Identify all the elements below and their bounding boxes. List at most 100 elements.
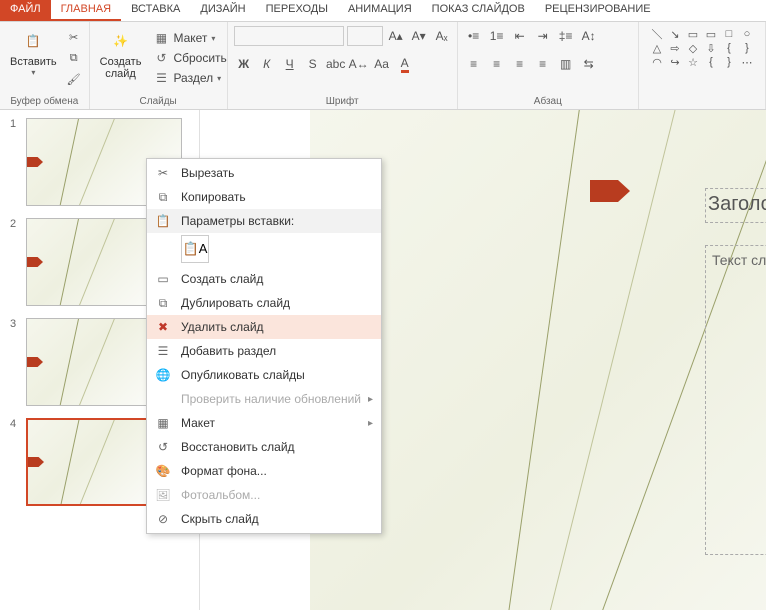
cm-layout[interactable]: ▦Макет▸ (147, 411, 381, 435)
cm-copy[interactable]: ⧉Копировать (147, 185, 381, 209)
thumb-num-4: 4 (10, 418, 20, 506)
cm-add-section[interactable]: ☰Добавить раздел (147, 339, 381, 363)
reset-icon: ↺ (153, 438, 173, 456)
line-spacing-button[interactable]: ‡≡ (556, 26, 576, 46)
shape-arrow3-icon[interactable]: ⇩ (703, 42, 719, 54)
tab-insert[interactable]: ВСТАВКА (121, 0, 190, 21)
shape-arrow-icon[interactable]: ↘ (667, 28, 683, 40)
case-button[interactable]: Aa (372, 54, 392, 74)
font-color-button[interactable]: A (395, 54, 415, 74)
shape-rect-icon[interactable]: ▭ (685, 28, 701, 40)
align-left-button[interactable]: ≡ (464, 54, 484, 74)
group-font-label: Шрифт (234, 94, 451, 109)
delete-icon: ✖ (153, 318, 173, 336)
bold-button[interactable]: Ж (234, 54, 254, 74)
cm-format-bg[interactable]: 🎨Формат фона... (147, 459, 381, 483)
cm-hide-slide[interactable]: ⊘Скрыть слайд (147, 507, 381, 531)
paste-label: Вставить (10, 56, 57, 68)
align-right-button[interactable]: ≡ (510, 54, 530, 74)
shape-brace-icon[interactable]: { (721, 42, 737, 54)
tab-transitions[interactable]: ПЕРЕХОДЫ (256, 0, 338, 21)
shape-triangle-icon[interactable]: △ (649, 42, 665, 54)
shape-circle-icon[interactable]: ○ (739, 28, 755, 40)
italic-button[interactable]: К (257, 54, 277, 74)
copy-button[interactable]: ⧉ (65, 49, 83, 67)
scissors-icon: ✂ (153, 164, 173, 182)
cut-button[interactable]: ✂ (65, 28, 83, 46)
cm-duplicate-slide[interactable]: ⧉Дублировать слайд (147, 291, 381, 315)
thumb-num-1: 1 (10, 118, 20, 206)
spacing-button[interactable]: A↔ (349, 54, 369, 74)
layout-button[interactable]: ▦Макет▾ (149, 28, 230, 48)
duplicate-icon: ⧉ (153, 294, 173, 312)
tab-file[interactable]: ФАЙЛ (0, 0, 51, 21)
cm-check-updates: Проверить наличие обновлений▸ (147, 387, 381, 411)
increase-font-button[interactable]: A▴ (386, 26, 406, 46)
font-size-select[interactable] (347, 26, 383, 46)
paste-keep-text-button[interactable]: 📋A (181, 235, 209, 263)
shape-star-icon[interactable]: ☆ (685, 56, 701, 68)
tab-design[interactable]: ДИЗАЙН (190, 0, 255, 21)
cm-publish-slides[interactable]: 🌐Опубликовать слайды (147, 363, 381, 387)
align-center-button[interactable]: ≡ (487, 54, 507, 74)
clear-format-button[interactable]: Aₓ (432, 26, 452, 46)
workspace: 1 2 3 4 Заголовок слайда Текст слайда (0, 110, 766, 610)
hide-icon: ⊘ (153, 510, 173, 528)
bullets-button[interactable]: •≡ (464, 26, 484, 46)
reset-icon: ↺ (153, 50, 169, 66)
strike-button[interactable]: S (303, 54, 323, 74)
thumb-num-3: 3 (10, 318, 20, 406)
text-direction-button[interactable]: A↕ (579, 26, 599, 46)
cm-photo-album: 🖼Фотоальбом... (147, 483, 381, 507)
columns-button[interactable]: ▥ (556, 54, 576, 74)
shadow-button[interactable]: abc (326, 54, 346, 74)
clipboard-icon: 📋 (18, 26, 48, 56)
shape-connector-icon[interactable]: ↪ (667, 56, 683, 68)
cm-paste-options: 📋A (147, 233, 381, 267)
shape-more3-icon[interactable]: ⋯ (739, 56, 755, 68)
underline-button[interactable]: Ч (280, 54, 300, 74)
shape-arrow2-icon[interactable]: ⇨ (667, 42, 683, 54)
format-painter-button[interactable]: 🖌 (65, 70, 83, 88)
indent-inc-button[interactable]: ⇥ (533, 26, 553, 46)
shape-diamond-icon[interactable]: ◇ (685, 42, 701, 54)
tab-review[interactable]: РЕЦЕНЗИРОВАНИЕ (535, 0, 661, 21)
photo-icon: 🖼 (153, 486, 173, 504)
shape-line-icon[interactable]: ＼ (649, 28, 665, 40)
title-placeholder[interactable]: Заголовок слайда (705, 188, 766, 223)
tab-slideshow[interactable]: ПОКАЗ СЛАЙДОВ (422, 0, 535, 21)
smartart-button[interactable]: ⇆ (579, 54, 599, 74)
cm-new-slide[interactable]: ▭Создать слайд (147, 267, 381, 291)
numbering-button[interactable]: 1≡ (487, 26, 507, 46)
cm-reset-slide[interactable]: ↺Восстановить слайд (147, 435, 381, 459)
shape-more2-icon[interactable]: } (721, 56, 737, 68)
tab-bar: ФАЙЛ ГЛАВНАЯ ВСТАВКА ДИЗАЙН ПЕРЕХОДЫ АНИ… (0, 0, 766, 22)
publish-icon: 🌐 (153, 366, 173, 384)
tab-home[interactable]: ГЛАВНАЯ (51, 0, 121, 21)
indent-dec-button[interactable]: ⇤ (510, 26, 530, 46)
cm-cut[interactable]: ✂Вырезать (147, 161, 381, 185)
font-family-select[interactable] (234, 26, 344, 46)
reset-button[interactable]: ↺Сбросить (149, 48, 230, 68)
justify-button[interactable]: ≡ (533, 54, 553, 74)
body-placeholder[interactable]: Текст слайда (705, 245, 766, 555)
decrease-font-button[interactable]: A▾ (409, 26, 429, 46)
group-paragraph-label: Абзац (464, 94, 632, 109)
section-icon: ☰ (153, 70, 169, 86)
refresh-icon (153, 390, 173, 408)
shapes-gallery[interactable]: ＼ ↘ ▭ ▭ □ ○ △ ⇨ ◇ ⇩ { } ◠ ↪ ☆ { } ⋯ (645, 24, 759, 72)
new-slide-button[interactable]: ✨ Создать слайд (96, 24, 146, 82)
copy-icon: ⧉ (153, 188, 173, 206)
shape-square-icon[interactable]: □ (721, 28, 737, 40)
paste-button[interactable]: 📋 Вставить ▾ (6, 24, 61, 79)
chevron-down-icon: ▾ (31, 68, 35, 77)
shape-more-icon[interactable]: { (703, 56, 719, 68)
cm-delete-slide[interactable]: ✖Удалить слайд (147, 315, 381, 339)
new-slide-label: Создать слайд (100, 56, 142, 80)
shape-brace2-icon[interactable]: } (739, 42, 755, 54)
section-button[interactable]: ☰Раздел▾ (149, 68, 230, 88)
chevron-right-icon: ▸ (368, 418, 373, 429)
shape-curve-icon[interactable]: ◠ (649, 56, 665, 68)
shape-rect2-icon[interactable]: ▭ (703, 28, 719, 40)
tab-animation[interactable]: АНИМАЦИЯ (338, 0, 422, 21)
